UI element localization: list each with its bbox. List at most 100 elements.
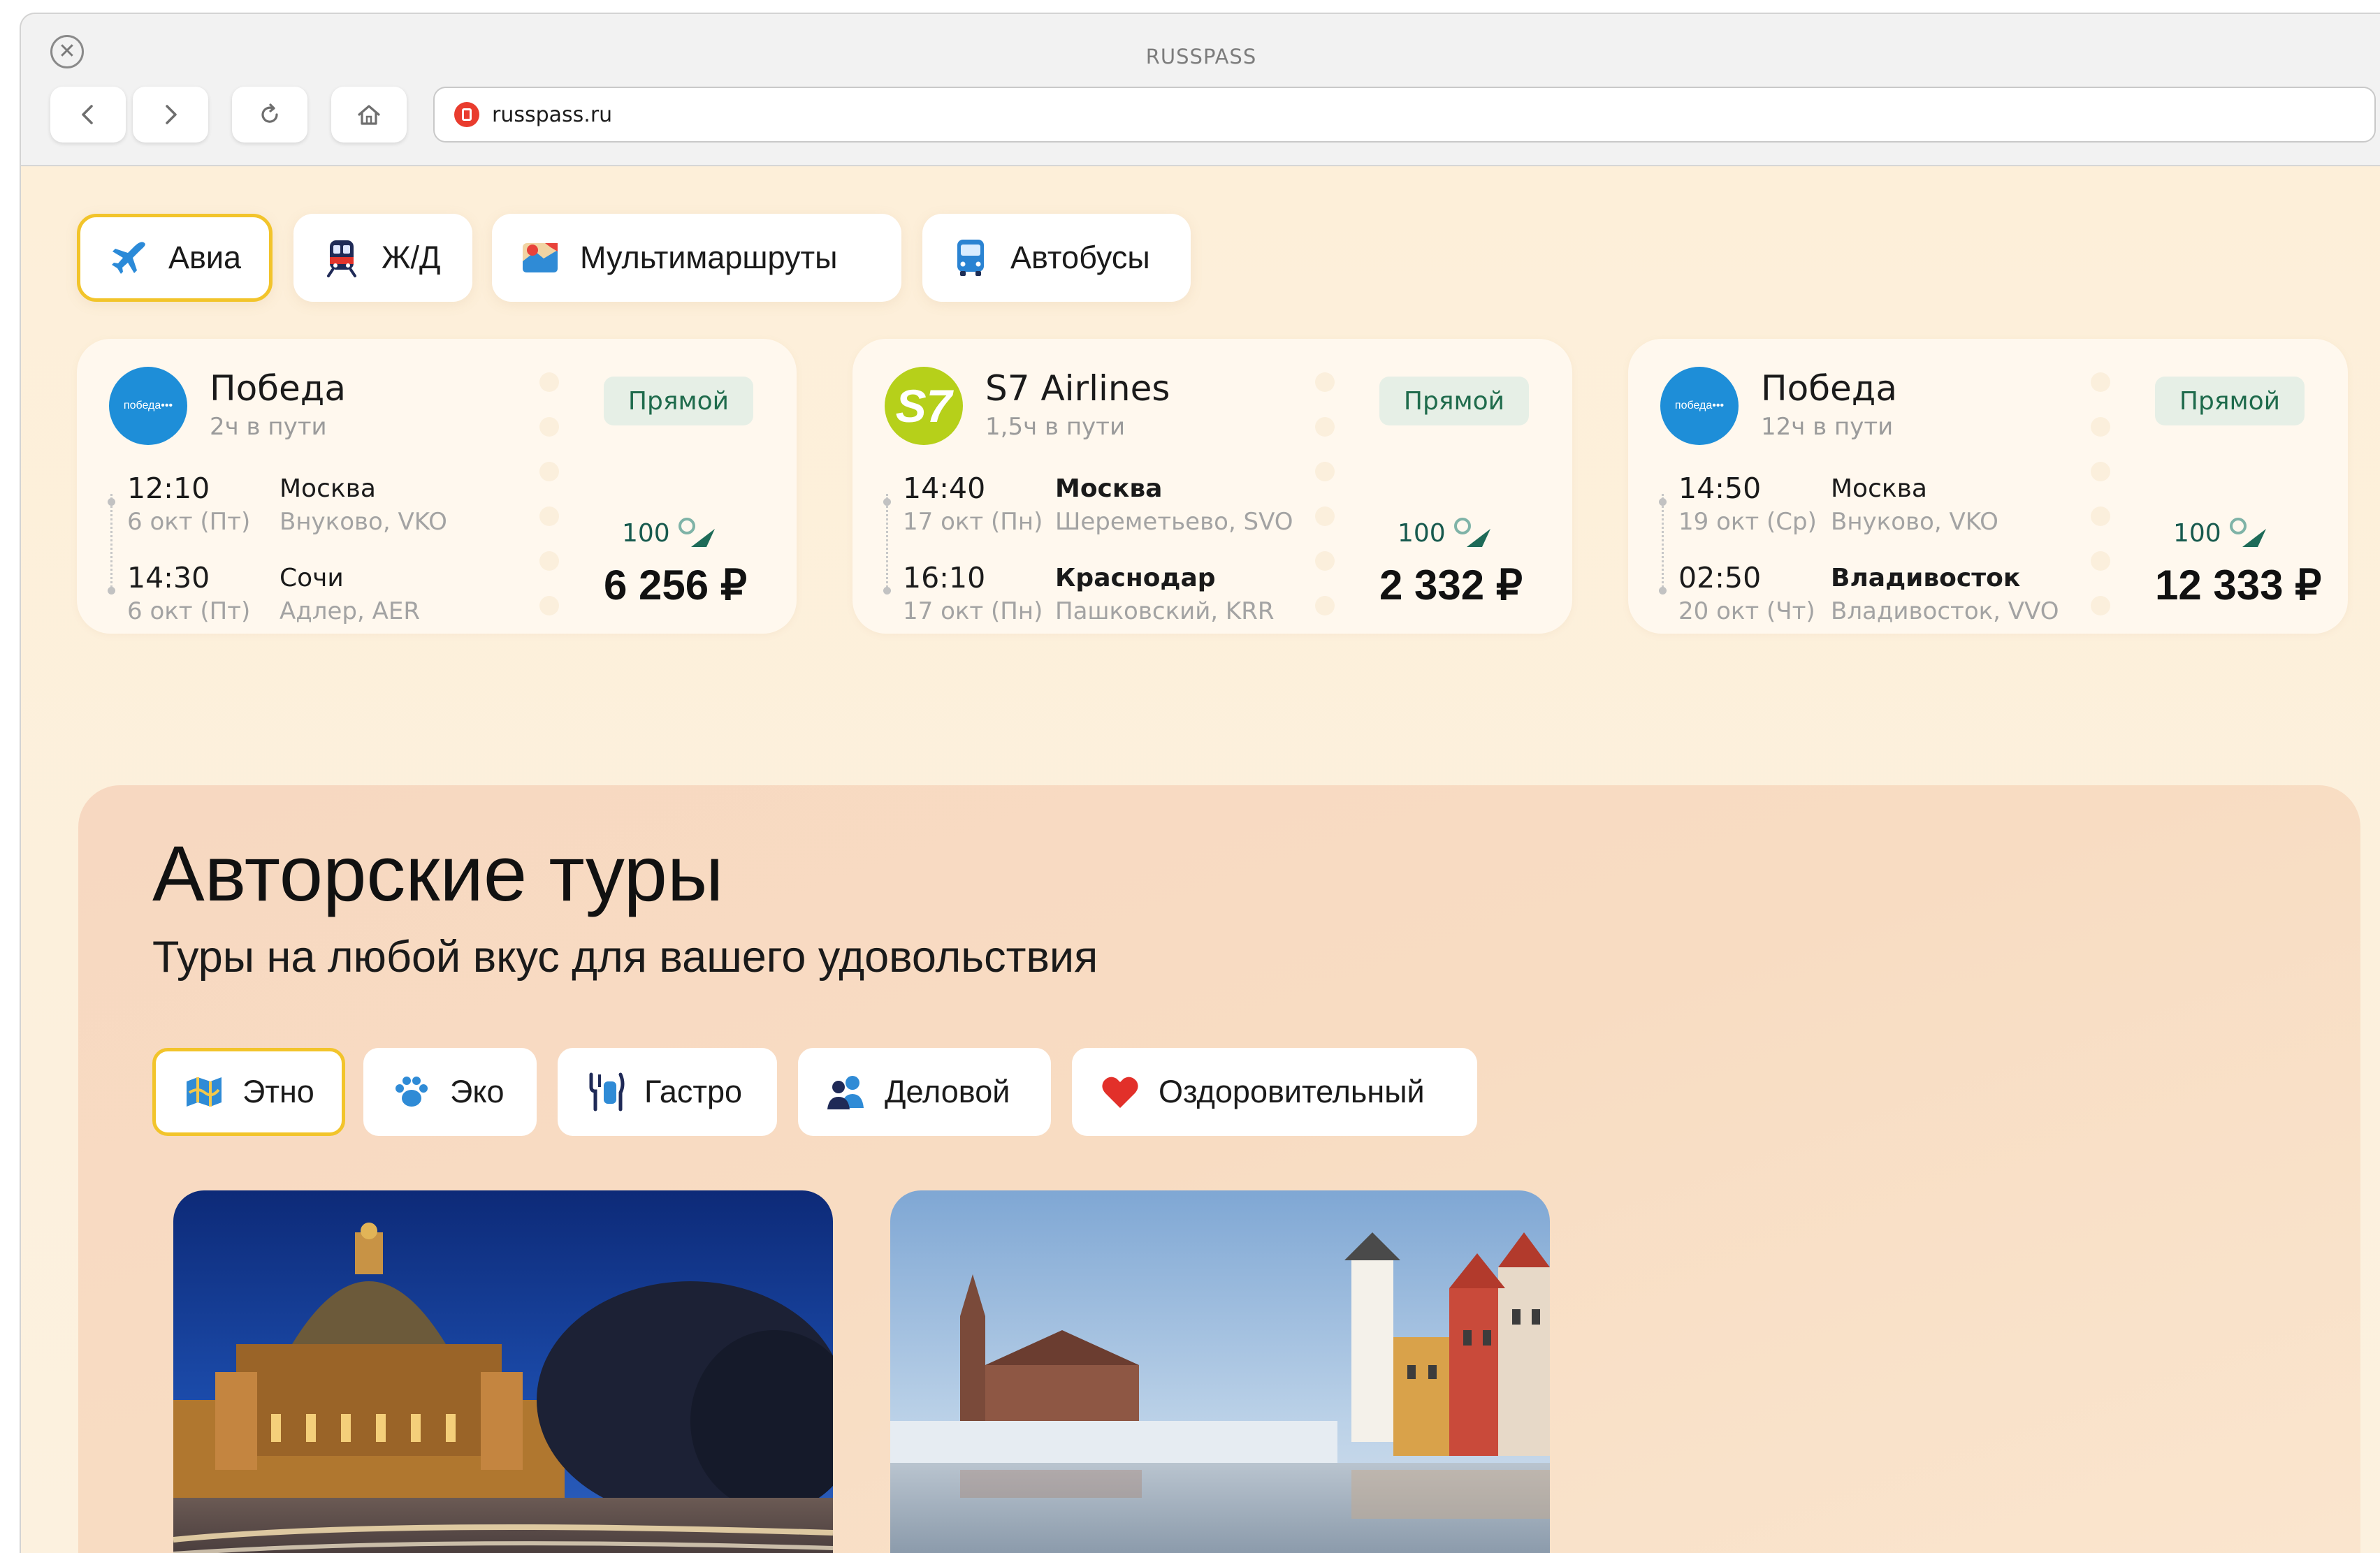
airline-name: Победа (210, 368, 346, 409)
perforation (1315, 551, 1335, 571)
perforation (539, 596, 559, 615)
route-dot (883, 587, 891, 595)
route-line (886, 494, 888, 592)
category-business[interactable]: Деловой (798, 1048, 1051, 1136)
airline-name: Победа (1761, 368, 1897, 409)
tab-avia[interactable]: Авиа (77, 214, 273, 302)
perforation (2091, 417, 2110, 437)
flight-card[interactable]: S7 S7 Airlines 1,5ч в пути Прямой 14:40 … (852, 339, 1572, 634)
forward-button[interactable] (133, 87, 208, 143)
departure-time: 14:50 (1678, 472, 1762, 505)
category-eco[interactable]: Эко (363, 1048, 537, 1136)
perforation (1315, 417, 1335, 437)
route-dot (883, 498, 891, 506)
perforation (2091, 462, 2110, 481)
airline-logo: победа••• (109, 367, 187, 445)
back-icon (82, 105, 93, 124)
people-icon (827, 1076, 864, 1109)
direct-badge: Прямой (2155, 377, 2305, 425)
flight-duration: 2ч в пути (210, 413, 327, 441)
kaliningrad-village-photo (890, 1190, 1550, 1553)
back-button[interactable] (50, 87, 126, 143)
category-label: Гастро (644, 1074, 743, 1109)
tour-card-image[interactable] (890, 1190, 1550, 1553)
departure-city: Москва (1831, 474, 1927, 503)
tab-rail[interactable]: Ж/Д (293, 214, 472, 302)
perforation (1315, 596, 1335, 615)
bus-icon (957, 240, 984, 276)
perforation (1315, 506, 1335, 526)
home-icon (358, 105, 380, 125)
miles-bonus: 100 (1398, 516, 1495, 550)
miles-icon (1453, 518, 1490, 547)
departure-date: 17 окт (Пн) (903, 508, 1043, 536)
route-dot (1659, 498, 1667, 506)
category-health[interactable]: Оздоровительный (1072, 1048, 1477, 1136)
category-label: Эко (450, 1074, 505, 1109)
departure-airport: Внуково, VKO (1831, 508, 1998, 536)
departure-city: Москва (280, 474, 376, 503)
arrival-time: 14:30 (127, 561, 210, 595)
heart-icon (1102, 1077, 1138, 1108)
arrival-date: 6 окт (Пт) (127, 597, 251, 625)
category-label: Деловой (885, 1074, 1010, 1109)
perforation (1315, 462, 1335, 481)
miles-icon (2229, 518, 2266, 547)
tab-label: Ж/Д (382, 240, 441, 275)
cathedral-night-photo (173, 1190, 833, 1553)
perforation (2091, 596, 2110, 615)
perforation (539, 417, 559, 437)
direct-badge: Прямой (604, 377, 753, 425)
tab-label: Авиа (168, 240, 242, 275)
browser-toolbar: ✕ RUSSPASS russpass.ru (21, 14, 2380, 166)
arrival-city: Краснодар (1055, 564, 1216, 592)
tab-label: Мультимаршруты (580, 240, 838, 275)
arrival-date: 20 окт (Чт) (1678, 597, 1815, 625)
flight-card[interactable]: победа••• Победа 12ч в пути Прямой 14:50… (1628, 339, 2348, 634)
browser-window: ✕ RUSSPASS russpass.ru Авиа Ж/Д Мультима… (20, 13, 2380, 1553)
airline-logo: победа••• (1660, 367, 1739, 445)
url-text: russpass.ru (492, 102, 613, 127)
miles-value: 100 (622, 518, 670, 548)
flight-card[interactable]: победа••• Победа 2ч в пути Прямой 12:10 … (77, 339, 797, 634)
tour-card-image[interactable] (173, 1190, 833, 1553)
arrival-city: Сочи (280, 564, 344, 592)
departure-date: 6 окт (Пт) (127, 508, 251, 536)
perforation (2091, 506, 2110, 526)
category-gastro[interactable]: Гастро (558, 1048, 777, 1136)
flight-duration: 12ч в пути (1761, 413, 1894, 441)
perforation (539, 506, 559, 526)
tab-multiroute[interactable]: Мультимаршруты (492, 214, 901, 302)
departure-airport: Внуково, VKO (280, 508, 447, 536)
perforation (539, 551, 559, 571)
reload-button[interactable] (232, 87, 307, 143)
home-button[interactable] (331, 87, 407, 143)
arrival-time: 02:50 (1678, 561, 1762, 595)
tours-section: Авторские туры Туры на любой вкус для ва… (78, 785, 2360, 1553)
arrival-airport: Пашковский, KRR (1055, 597, 1275, 625)
ticket-price: 2 332 ₽ (1379, 562, 1523, 608)
category-label: Этно (242, 1074, 314, 1109)
train-icon (327, 240, 356, 277)
address-bar[interactable]: russpass.ru (433, 87, 2376, 143)
category-ethno[interactable]: Этно (152, 1048, 345, 1136)
paw-icon (396, 1077, 428, 1107)
forward-icon (166, 105, 177, 124)
perforation (2091, 551, 2110, 571)
miles-bonus: 100 (2173, 516, 2270, 550)
site-favicon-icon (454, 102, 479, 127)
tab-label: Автобусы (1010, 240, 1150, 275)
departure-time: 12:10 (127, 472, 210, 505)
perforation (1315, 372, 1335, 392)
miles-icon (678, 518, 715, 547)
reload-icon (261, 103, 278, 123)
perforation (539, 372, 559, 392)
airline-name: S7 Airlines (985, 368, 1170, 409)
map-icon (187, 1077, 222, 1107)
perforation (2091, 372, 2110, 392)
arrival-city: Владивосток (1831, 564, 2021, 592)
tab-bus[interactable]: Автобусы (922, 214, 1191, 302)
route-dot (1659, 587, 1667, 595)
arrival-time: 16:10 (903, 561, 986, 595)
route-line (1662, 494, 1664, 592)
